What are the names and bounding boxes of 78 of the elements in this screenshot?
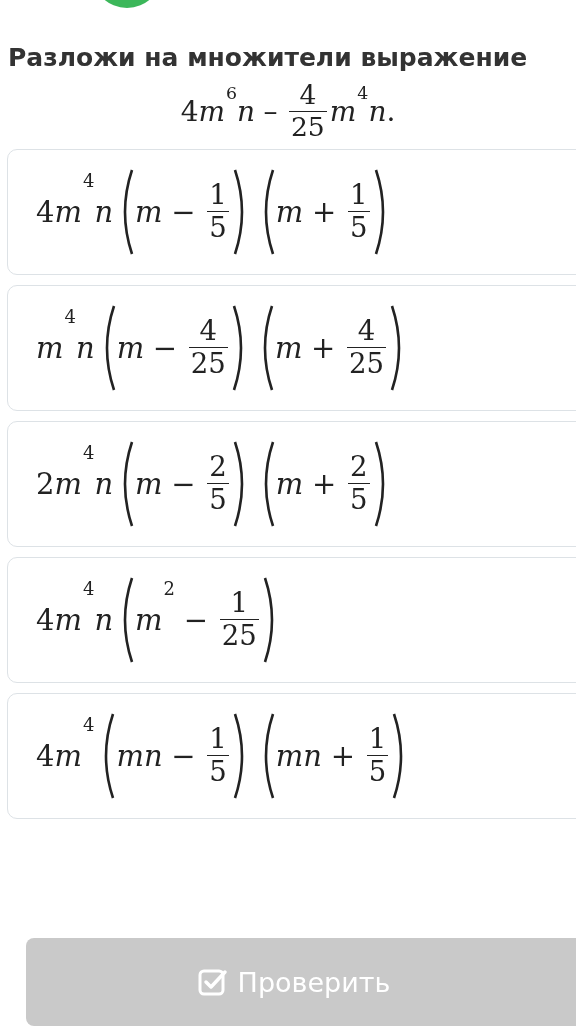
exponent: 4 <box>82 714 95 736</box>
question-title: Разложи на множители выражение <box>8 42 529 74</box>
math-variable: mn <box>275 738 322 773</box>
math-variable: m <box>329 94 357 128</box>
exponent: 4 <box>82 442 95 464</box>
denominator: 5 <box>349 212 369 245</box>
denominator: 5 <box>208 484 228 517</box>
fraction-bar <box>188 346 228 349</box>
math-variable: m <box>135 194 163 229</box>
operator: + <box>312 466 337 501</box>
exponent: 4 <box>82 170 95 192</box>
math-variable: m <box>275 194 304 229</box>
fraction-bar <box>207 482 229 485</box>
math-variable: m <box>198 94 226 128</box>
operator: − <box>171 194 196 229</box>
denominator: 25 <box>189 348 227 381</box>
math-variable: m <box>54 738 82 773</box>
math-variable: n <box>75 330 95 365</box>
math-term: 4 <box>36 194 55 229</box>
math-term: . <box>386 94 396 128</box>
numerator: 2 <box>208 451 228 483</box>
denominator: 25 <box>348 348 386 381</box>
math-variable: m <box>54 602 82 637</box>
math-variable: m <box>135 602 163 637</box>
fraction-bar <box>348 482 370 485</box>
numerator: 1 <box>208 179 228 211</box>
denominator: 5 <box>367 756 388 789</box>
fraction-bar <box>366 754 389 757</box>
denominator: 5 <box>208 212 228 245</box>
math-variable: m <box>135 466 163 501</box>
operator: − <box>152 330 178 365</box>
numerator: 4 <box>198 315 219 347</box>
numerator: 1 <box>349 179 369 211</box>
math-variable: n <box>94 466 114 501</box>
operator: + <box>312 194 337 229</box>
math-variable: m <box>54 194 82 229</box>
operator: − <box>183 602 208 637</box>
exponent: 4 <box>357 82 369 103</box>
math-variable: m <box>116 330 145 365</box>
operator: − <box>171 466 196 501</box>
operator: + <box>311 330 336 365</box>
numerator: 1 <box>367 723 388 755</box>
fraction-bar <box>207 754 229 757</box>
math-variable: m <box>274 330 303 365</box>
fraction-bar <box>207 210 229 213</box>
numerator: 4 <box>356 315 377 347</box>
math-variable: m <box>275 466 304 501</box>
numerator: 2 <box>349 451 369 483</box>
fraction-bar <box>219 618 259 621</box>
math-variable: n <box>94 602 114 637</box>
numerator: 1 <box>208 723 228 755</box>
math-variable: n <box>94 194 114 229</box>
denominator: 25 <box>220 620 258 653</box>
fraction-bar <box>347 346 387 349</box>
operator: − <box>171 738 196 773</box>
exponent: 2 <box>163 578 175 600</box>
numerator: 4 <box>298 80 318 111</box>
exponent: 4 <box>64 306 76 328</box>
math-term: 4 <box>180 94 199 128</box>
math-variable: m <box>54 466 82 501</box>
checkbox-icon <box>197 967 228 997</box>
fraction-bar <box>288 110 327 113</box>
denominator: 5 <box>349 484 369 517</box>
math-term: 2 <box>36 466 55 501</box>
denominator: 5 <box>208 756 228 789</box>
math-term: 4 <box>36 602 55 637</box>
operator: – <box>263 94 278 128</box>
math-variable: m <box>36 330 64 365</box>
exponent: 4 <box>82 578 95 600</box>
math-term: 4 <box>36 738 55 773</box>
numerator: 1 <box>229 587 249 619</box>
exponent: 6 <box>226 82 238 103</box>
math-variable: mn <box>116 738 163 773</box>
operator: + <box>330 738 355 773</box>
math-variable: n <box>237 94 256 128</box>
math-variable: n <box>368 94 387 128</box>
denominator: 25 <box>289 112 326 143</box>
fraction-bar <box>348 210 370 213</box>
